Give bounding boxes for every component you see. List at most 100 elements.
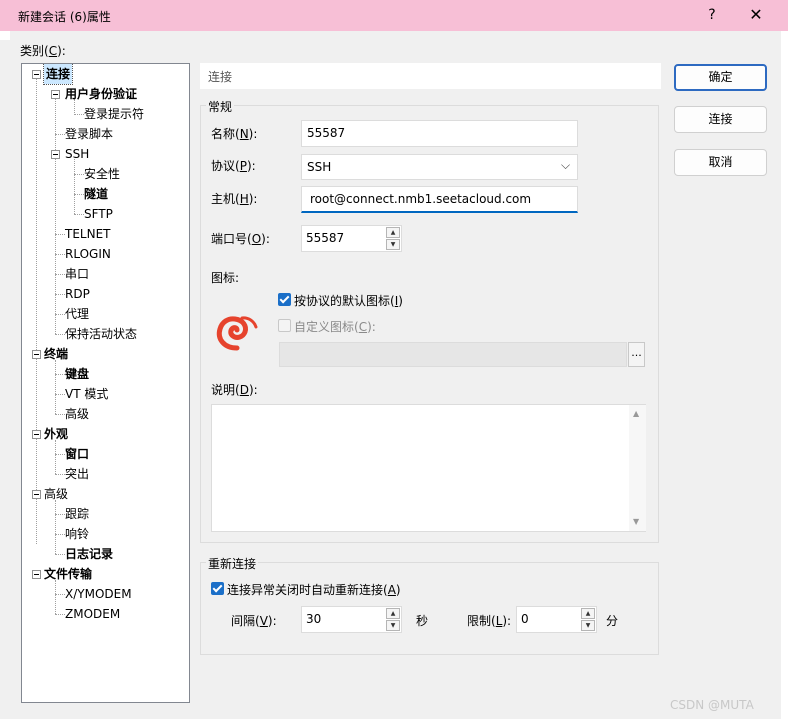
tree-item-file-transfer[interactable]: 文件传输: [44, 564, 92, 584]
tree-line: [55, 474, 65, 475]
tree-collapse-icon[interactable]: [51, 150, 60, 159]
tree-item-keyboard[interactable]: 键盘: [65, 364, 89, 384]
tree-collapse-icon[interactable]: [32, 430, 41, 439]
limit-unit: 分: [606, 614, 619, 628]
tree-item-user-auth[interactable]: 用户身份验证: [65, 84, 137, 104]
icon-label: 图标:: [211, 271, 240, 285]
tree-line: [74, 214, 84, 215]
tree-line: [74, 194, 84, 195]
reconnect-group-label: 重新连接: [206, 555, 259, 572]
spin-down-icon[interactable]: ▼: [581, 620, 595, 631]
tree-item-terminal-advanced[interactable]: 高级: [65, 404, 89, 424]
tree-item-serial[interactable]: 串口: [65, 264, 89, 284]
close-button[interactable]: ✕: [742, 1, 770, 29]
tree-item-zmodem[interactable]: ZMODEM: [65, 604, 120, 624]
tree-item-trace[interactable]: 跟踪: [65, 504, 89, 524]
tree-collapse-icon[interactable]: [32, 70, 41, 79]
window-title: 新建会话 (6)属性: [18, 10, 111, 24]
tree-item-security[interactable]: 安全性: [84, 164, 120, 184]
limit-label: 限制(L):: [467, 614, 512, 628]
tree-collapse-icon[interactable]: [32, 350, 41, 359]
connect-button[interactable]: 连接: [674, 106, 767, 133]
custom-icon-checkbox[interactable]: [278, 319, 291, 332]
scroll-down-icon[interactable]: ▼: [633, 517, 639, 526]
spin-up-icon[interactable]: ▲: [581, 608, 595, 619]
tree-collapse-icon[interactable]: [51, 90, 60, 99]
tree-item-advanced[interactable]: 高级: [44, 484, 68, 504]
spin-up-icon[interactable]: ▲: [386, 608, 400, 619]
tree-line: [55, 414, 65, 415]
tree-item-rdp[interactable]: RDP: [65, 284, 90, 304]
scroll-up-icon[interactable]: ▲: [633, 409, 639, 418]
name-label: 名称(N):: [211, 127, 258, 141]
tree-item-ssh[interactable]: SSH: [65, 144, 89, 164]
spin-down-icon[interactable]: ▼: [386, 620, 400, 631]
host-field[interactable]: root@connect.nmb1.seetacloud.com: [301, 186, 578, 213]
tree-item-xymodem[interactable]: X/YMODEM: [65, 584, 132, 604]
cancel-button[interactable]: 取消: [674, 149, 767, 176]
tree-item-window[interactable]: 窗口: [65, 444, 89, 464]
protocol-label: 协议(P):: [211, 159, 256, 173]
tree-item-telnet[interactable]: TELNET: [65, 224, 111, 244]
tree-line: [55, 534, 65, 535]
name-field[interactable]: 55587: [301, 120, 578, 147]
description-scrollbar[interactable]: ▲ ▼: [629, 405, 646, 531]
browse-icon-button[interactable]: ...: [628, 342, 645, 367]
tree-item-tunnel[interactable]: 隧道: [84, 184, 108, 204]
help-button[interactable]: ?: [698, 1, 726, 29]
description-textarea[interactable]: ▲ ▼: [211, 404, 646, 532]
title-bar: 新建会话 (6)属性 ? ✕: [0, 0, 788, 31]
tree-item-keepalive[interactable]: 保持活动状态: [65, 324, 137, 344]
description-label: 说明(D):: [211, 383, 258, 397]
section-header: 连接: [200, 63, 661, 89]
tree-line: [74, 114, 84, 115]
tree-line: [55, 90, 56, 334]
background-window-edge: [781, 31, 788, 719]
category-tree[interactable]: 连接 用户身份验证 登录提示符 登录脚本 SSH 安全性 隧道 SFTP TEL…: [21, 63, 190, 703]
default-icon-checkbox[interactable]: [278, 293, 291, 306]
tree-line: [55, 294, 65, 295]
auto-reconnect-checkbox[interactable]: [211, 582, 224, 595]
protocol-select[interactable]: SSH ⌵: [301, 154, 578, 180]
tree-line: [55, 614, 65, 615]
tree-line: [55, 394, 65, 395]
tree-item-highlight[interactable]: 突出: [65, 464, 89, 484]
tree-item-connection[interactable]: 连接: [42, 64, 74, 85]
auto-reconnect-label: 连接异常关闭时自动重新连接(A): [227, 583, 401, 597]
host-label: 主机(H):: [211, 192, 258, 206]
tree-item-bell[interactable]: 响铃: [65, 524, 89, 544]
tree-item-sftp[interactable]: SFTP: [84, 204, 113, 224]
port-spinner[interactable]: 55587 ▲ ▼: [301, 225, 402, 252]
limit-spinner[interactable]: 0 ▲ ▼: [516, 606, 597, 633]
ok-button[interactable]: 确定: [674, 64, 767, 91]
tree-line: [55, 360, 56, 414]
tree-item-login-script[interactable]: 登录脚本: [65, 124, 113, 144]
tree-item-login-prompt[interactable]: 登录提示符: [84, 104, 144, 124]
spin-up-icon[interactable]: ▲: [386, 227, 400, 238]
tree-line: [36, 79, 37, 544]
tree-line: [55, 234, 65, 235]
tree-line: [55, 454, 65, 455]
tree-line: [74, 159, 75, 214]
tree-item-terminal[interactable]: 终端: [44, 344, 68, 364]
custom-icon-label: 自定义图标(C):: [294, 320, 376, 334]
port-label: 端口号(O):: [211, 232, 270, 246]
tree-collapse-icon[interactable]: [32, 490, 41, 499]
tree-item-logging[interactable]: 日志记录: [65, 544, 113, 564]
tree-line: [55, 334, 65, 335]
interval-spinner[interactable]: 30 ▲ ▼: [301, 606, 402, 633]
tree-line: [55, 514, 65, 515]
tree-line: [74, 174, 84, 175]
custom-icon-path-field: [279, 342, 627, 367]
tree-item-rlogin[interactable]: RLOGIN: [65, 244, 111, 264]
general-group-label: 常规: [206, 98, 235, 115]
tree-line: [55, 580, 56, 614]
tree-line: [55, 254, 65, 255]
tree-item-proxy[interactable]: 代理: [65, 304, 89, 324]
spin-down-icon[interactable]: ▼: [386, 239, 400, 250]
tree-line: [55, 314, 65, 315]
tree-item-vt-mode[interactable]: VT 模式: [65, 384, 108, 404]
tree-item-appearance[interactable]: 外观: [44, 424, 68, 444]
section-header-title: 连接: [208, 70, 233, 84]
tree-collapse-icon[interactable]: [32, 570, 41, 579]
